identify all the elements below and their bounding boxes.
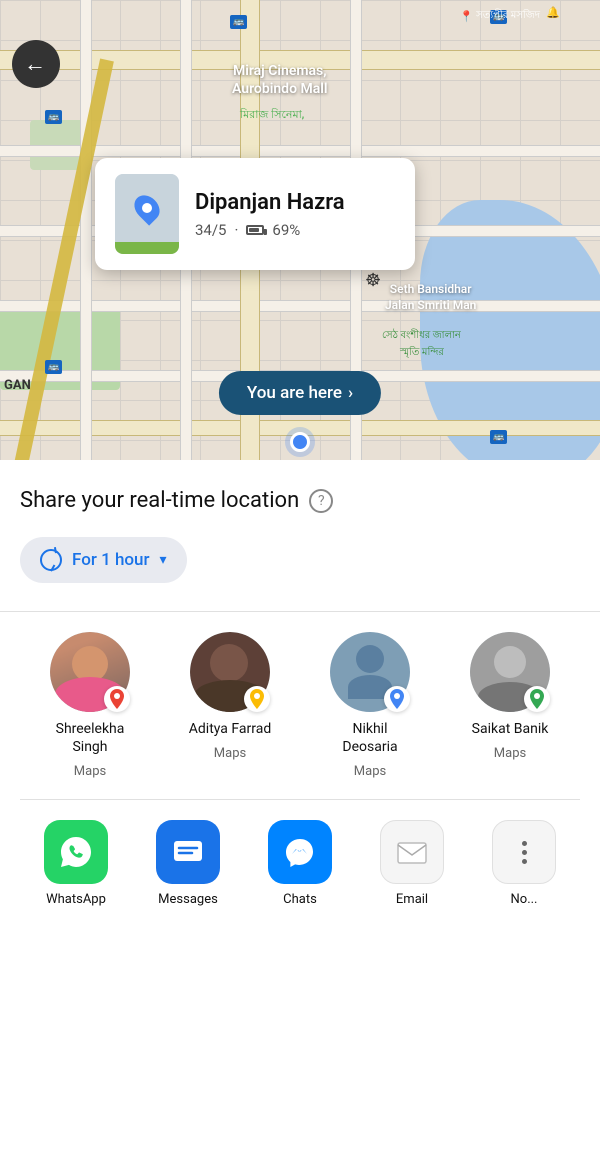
app-chats[interactable]: Chats bbox=[244, 820, 356, 907]
messages-svg bbox=[170, 834, 206, 870]
help-icon-symbol: ? bbox=[318, 493, 325, 509]
contact-app-4: Maps bbox=[494, 746, 526, 761]
avatar-pin bbox=[129, 190, 164, 225]
contact-app-2: Maps bbox=[214, 746, 246, 761]
maps-pin-svg-2 bbox=[249, 689, 265, 709]
help-button[interactable]: ? bbox=[309, 489, 333, 513]
battery-percent: 69% bbox=[272, 221, 300, 239]
duration-label: For 1 hour bbox=[72, 550, 150, 570]
maps-badge-1 bbox=[104, 686, 130, 712]
app-more[interactable]: No... bbox=[468, 820, 580, 907]
share-sheet: Share your real-time location ? For 1 ho… bbox=[0, 460, 600, 917]
arrow-right-icon: › bbox=[348, 383, 353, 403]
share-title-text: Share your real-time location bbox=[20, 488, 299, 513]
whatsapp-svg bbox=[58, 834, 94, 870]
map-label-bengali: মিরাজ সিনেমা, bbox=[240, 106, 304, 125]
contact-avatar-wrap-1 bbox=[50, 632, 130, 712]
contact-saikat[interactable]: Saikat Banik Maps bbox=[440, 632, 580, 779]
chats-svg bbox=[282, 834, 318, 870]
chats-icon bbox=[268, 820, 332, 884]
map-view: 🚌 🚌 🚌 🚌 🚌 Miraj Cinemas,Aurobindo Mall ম… bbox=[0, 0, 600, 460]
location-info-card: Dipanjan Hazra 34/5 · 69% bbox=[95, 158, 415, 270]
bus-stop-5: 🚌 bbox=[490, 430, 507, 444]
bus-stop-1: 🚌 bbox=[230, 15, 247, 29]
battery-indicator bbox=[246, 225, 264, 235]
duration-button[interactable]: For 1 hour ▾ bbox=[20, 537, 187, 583]
you-are-here-button[interactable]: You are here › bbox=[219, 371, 381, 415]
contact-shreelekha[interactable]: ShreelekhaSingh Maps bbox=[20, 632, 160, 779]
dot-3 bbox=[522, 859, 527, 864]
contact-app-3: Maps bbox=[354, 764, 386, 779]
app-whatsapp[interactable]: WhatsApp bbox=[20, 820, 132, 907]
map-label-gan: GAN bbox=[4, 378, 31, 393]
contact-app-1: Maps bbox=[74, 764, 106, 779]
chevron-down-icon: ▾ bbox=[160, 552, 167, 568]
chats-label: Chats bbox=[283, 892, 317, 907]
messages-icon bbox=[156, 820, 220, 884]
map-label-bengali-3: স্মৃতি মন্দির bbox=[400, 345, 444, 362]
email-icon bbox=[380, 820, 444, 884]
you-are-here-label: You are here bbox=[247, 383, 342, 403]
contact-nikhil[interactable]: NikhilDeosaria Maps bbox=[300, 632, 440, 779]
notification-bell: 🔔 bbox=[546, 6, 560, 19]
three-dots-icon bbox=[522, 841, 527, 864]
contact-name-2: Aditya Farrad bbox=[189, 720, 271, 738]
dot-1 bbox=[522, 841, 527, 846]
avatar-green-bar bbox=[115, 242, 179, 254]
top-location: 📍 সত্যপীর মসজিদ bbox=[459, 8, 540, 25]
contact-aditya[interactable]: Aditya Farrad Maps bbox=[160, 632, 300, 779]
more-icon bbox=[492, 820, 556, 884]
back-arrow-icon: ← bbox=[24, 51, 46, 77]
om-symbol: ☸ bbox=[365, 270, 381, 291]
maps-badge-2 bbox=[244, 686, 270, 712]
messages-label: Messages bbox=[158, 892, 218, 907]
contact-name-1: ShreelekhaSingh bbox=[56, 720, 125, 756]
maps-badge-4 bbox=[524, 686, 550, 712]
contact-avatar-wrap-2 bbox=[190, 632, 270, 712]
bus-stop-4: 🚌 bbox=[45, 360, 62, 374]
current-location-dot bbox=[290, 432, 310, 452]
clock-icon bbox=[40, 549, 62, 571]
email-label: Email bbox=[396, 892, 428, 907]
maps-badge-3 bbox=[384, 686, 410, 712]
location-info-sub: 34/5 · 69% bbox=[195, 221, 395, 239]
back-button[interactable]: ← bbox=[12, 40, 60, 88]
app-share-row: WhatsApp Messages Chats bbox=[20, 800, 580, 917]
email-svg bbox=[394, 834, 430, 870]
contact-name-4: Saikat Banik bbox=[472, 720, 549, 738]
map-label-cinemas: Miraj Cinemas,Aurobindo Mall bbox=[232, 62, 328, 98]
whatsapp-icon bbox=[44, 820, 108, 884]
location-rating: 34/5 bbox=[195, 221, 226, 239]
dot-2 bbox=[522, 850, 527, 855]
location-info-text: Dipanjan Hazra 34/5 · 69% bbox=[195, 190, 395, 239]
map-label-seth: Seth BansidharJalan Smriti Man bbox=[385, 282, 476, 313]
maps-pin-svg-1 bbox=[109, 689, 125, 709]
maps-pin-svg-3 bbox=[389, 689, 405, 709]
road-v1 bbox=[80, 0, 92, 460]
contacts-grid: ShreelekhaSingh Maps Aditya Farrad Maps bbox=[20, 612, 580, 800]
separator: · bbox=[234, 221, 238, 239]
location-person-name: Dipanjan Hazra bbox=[195, 190, 395, 215]
location-avatar bbox=[115, 174, 179, 254]
app-messages[interactable]: Messages bbox=[132, 820, 244, 907]
map-label-bengali-2: সেঠ বংশীধর জালান bbox=[382, 328, 461, 345]
maps-pin-svg-4 bbox=[529, 689, 545, 709]
person-head bbox=[356, 645, 384, 673]
bus-stop-2: 🚌 bbox=[45, 110, 62, 124]
contact-avatar-wrap-4 bbox=[470, 632, 550, 712]
contact-name-3: NikhilDeosaria bbox=[342, 720, 397, 756]
app-email[interactable]: Email bbox=[356, 820, 468, 907]
contact-avatar-wrap-3 bbox=[330, 632, 410, 712]
whatsapp-label: WhatsApp bbox=[46, 892, 106, 907]
more-label: No... bbox=[511, 892, 538, 907]
share-title-row: Share your real-time location ? bbox=[20, 488, 580, 513]
